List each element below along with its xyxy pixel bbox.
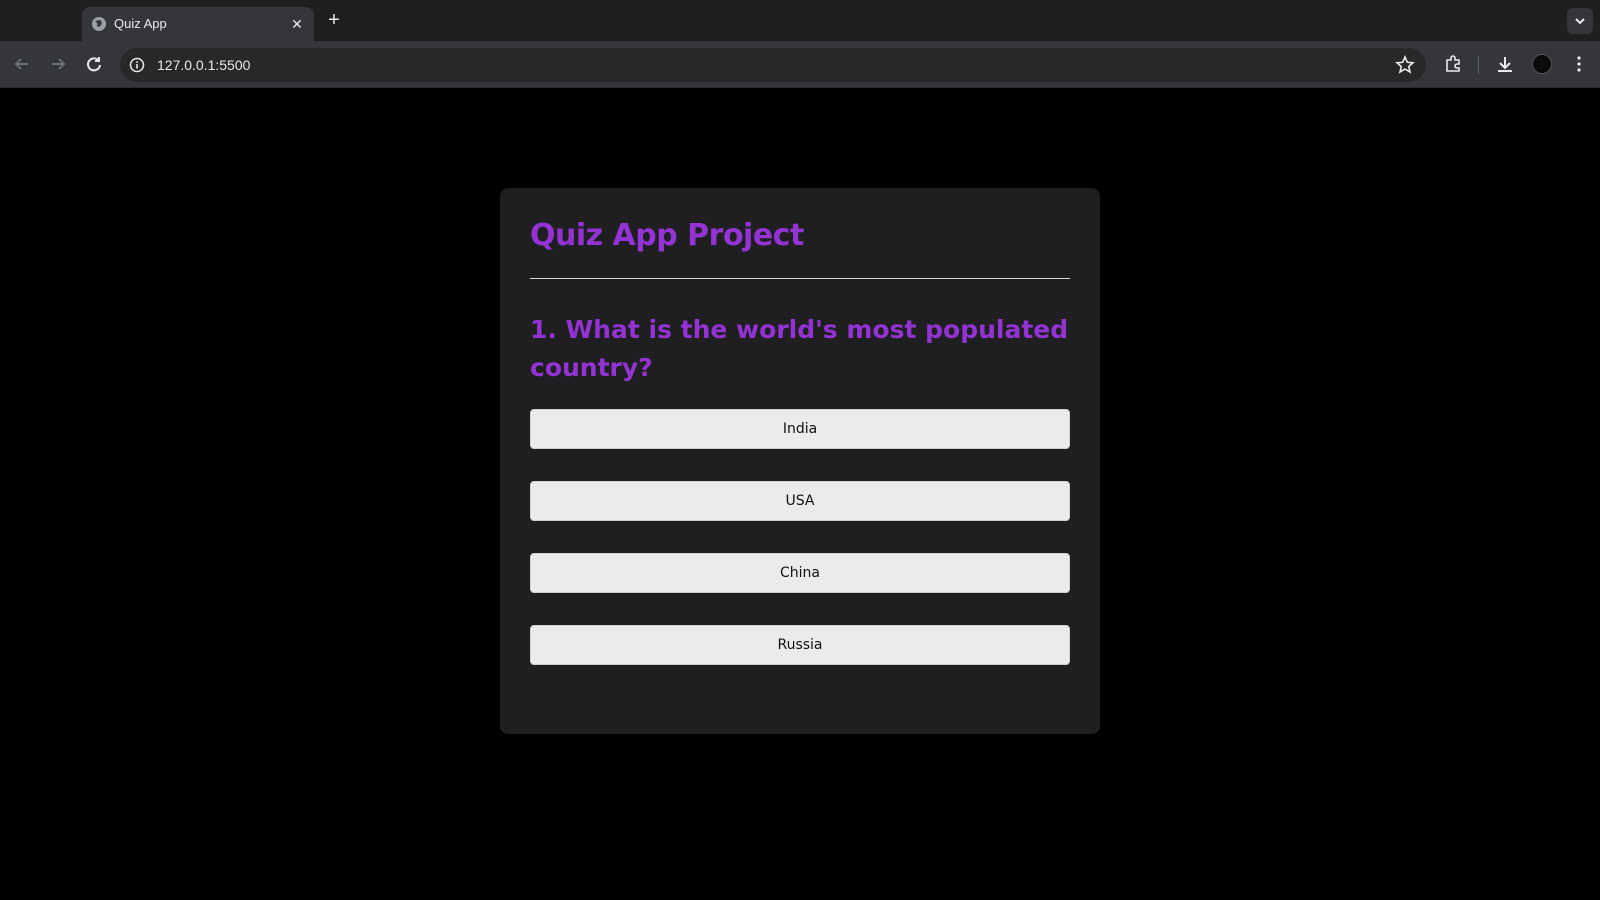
answer-button[interactable]: China	[530, 553, 1070, 593]
quiz-card: Quiz App Project 1. What is the world's …	[500, 188, 1100, 734]
page-title: Quiz App Project	[530, 218, 804, 253]
back-arrow-icon[interactable]	[11, 53, 33, 75]
chevron-down-icon	[1575, 18, 1585, 25]
title-divider	[530, 278, 1070, 279]
forward-arrow-icon[interactable]	[47, 53, 69, 75]
kebab-menu-icon[interactable]	[1568, 53, 1590, 75]
answer-button[interactable]: USA	[530, 481, 1070, 521]
tab-list-button[interactable]	[1567, 8, 1593, 34]
globe-icon	[92, 17, 106, 31]
browser-toolbar: 127.0.0.1:5500	[0, 41, 1600, 88]
toolbar-divider	[1478, 56, 1479, 74]
answer-list: India USA China Russia	[530, 409, 1070, 665]
address-bar[interactable]: 127.0.0.1:5500	[120, 48, 1426, 82]
browser-tab[interactable]: Quiz App ✕	[82, 7, 314, 41]
answer-button[interactable]: Russia	[530, 625, 1070, 665]
download-icon[interactable]	[1494, 53, 1516, 75]
url-text: 127.0.0.1:5500	[157, 57, 251, 73]
answer-button[interactable]: India	[530, 409, 1070, 449]
info-icon[interactable]	[129, 57, 145, 73]
avatar[interactable]	[1532, 54, 1552, 74]
plus-icon[interactable]: +	[324, 9, 344, 31]
puzzle-icon[interactable]	[1442, 53, 1464, 75]
star-icon[interactable]	[1394, 54, 1416, 76]
browser-tab-strip: Quiz App ✕ +	[0, 0, 1600, 41]
question-text: 1. What is the world's most populated co…	[530, 315, 1069, 382]
tab-title: Quiz App	[114, 16, 167, 31]
close-icon[interactable]: ✕	[288, 15, 306, 33]
reload-icon[interactable]	[83, 53, 105, 75]
